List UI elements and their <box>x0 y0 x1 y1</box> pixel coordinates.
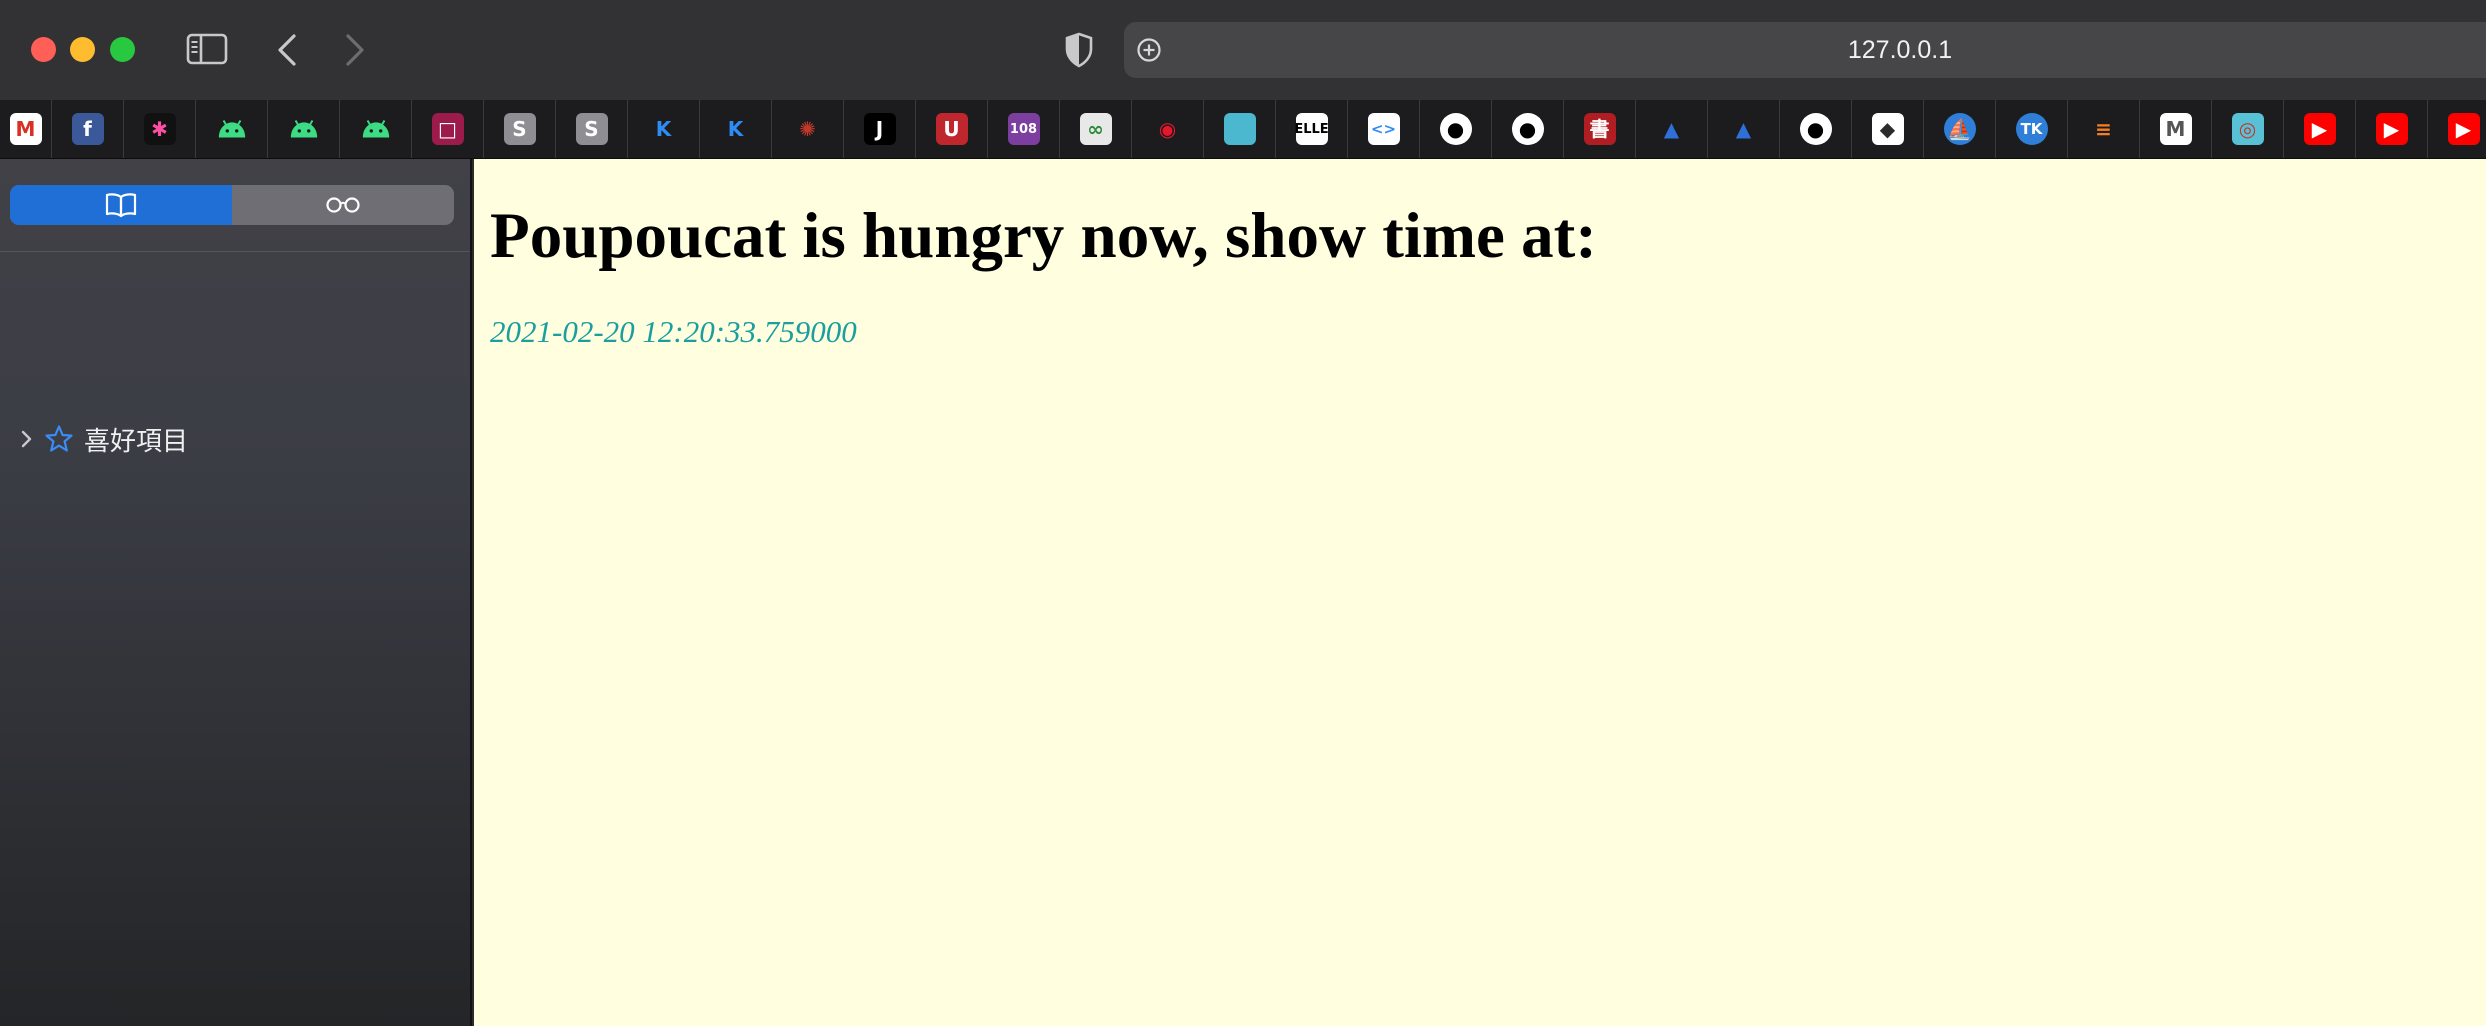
red-circle-u-icon: U <box>935 113 968 145</box>
green-loop-icon: ∞ <box>1079 113 1112 145</box>
youtube-icon: ▶ <box>2303 113 2336 145</box>
favorites-bar: Mf ✱ □ S S K K ✺ J U 108 ∞ ◉ ELLE <> ● ● 書 ▲ ▲ ● ◆ ⛵ TK ≡ M ◎ ▶ ▶ ▶ <box>0 100 2486 159</box>
glasses-icon <box>326 197 360 213</box>
sidebar: 喜好項目 <box>0 159 472 1026</box>
sidebar-segmented-control <box>10 185 454 225</box>
favorite-diamond-logo[interactable]: ◆ <box>1852 100 1924 158</box>
red-seal-icon: 書 <box>1583 113 1616 145</box>
j-icon: J <box>863 113 896 145</box>
favorite-weibo[interactable]: ◉ <box>1132 100 1204 158</box>
browser-toolbar: 127.0.0.1 <box>0 0 2486 100</box>
youtube-icon: ▶ <box>2375 113 2408 145</box>
sidebar-item-label: 喜好項目 <box>84 426 189 457</box>
tk-globe-icon: TK <box>2015 113 2048 145</box>
square-red-icon: □ <box>431 113 464 145</box>
elle-icon: ELLE <box>1294 113 1329 145</box>
favorite-blue-ship[interactable]: ⛵ <box>1924 100 1996 158</box>
m-icon: M <box>2159 113 2192 145</box>
github-icon: ● <box>1799 113 1832 145</box>
favorite-facebook[interactable]: f <box>52 100 124 158</box>
timestamp-text: 2021-02-20 12:20:33.759000 <box>490 314 857 349</box>
teal-square-icon <box>1223 113 1256 145</box>
android-icon <box>215 113 248 145</box>
stackoverflow-icon: ≡ <box>2087 113 2120 145</box>
code-brackets-icon: <> <box>1367 113 1400 145</box>
favorite-youtube[interactable]: ▶ <box>2284 100 2356 158</box>
photos-pinwheel-icon: ✱ <box>143 113 176 145</box>
page-content: Poupoucat is hungry now, show time at: 2… <box>474 159 2486 1026</box>
favorite-kotlin[interactable]: K <box>700 100 772 158</box>
favorite-green-loop[interactable]: ∞ <box>1060 100 1132 158</box>
reading-list-tab[interactable] <box>232 185 454 225</box>
sidebar-item-favorites[interactable]: 喜好項目 <box>18 419 188 459</box>
android-icon <box>287 113 320 145</box>
github-icon: ● <box>1439 113 1472 145</box>
book-icon <box>105 193 137 218</box>
weibo-icon: ◉ <box>1151 113 1184 145</box>
favorite-s[interactable]: S <box>484 100 556 158</box>
bug-icon: ✺ <box>791 113 824 145</box>
favorite-code-brackets[interactable]: <> <box>1348 100 1420 158</box>
page-heading: Poupoucat is hungry now, show time at: <box>490 200 1597 272</box>
sidebar-toggle-icon[interactable] <box>186 32 228 66</box>
add-page-icon[interactable] <box>1134 35 1164 65</box>
blue-ship-icon: ⛵ <box>1943 113 1976 145</box>
favorite-elle[interactable]: ELLE <box>1276 100 1348 158</box>
zoom-window-button[interactable] <box>110 37 135 62</box>
favorite-android[interactable] <box>196 100 268 158</box>
favorite-photos-pinwheel[interactable]: ✱ <box>124 100 196 158</box>
favorite-red-seal[interactable]: 書 <box>1564 100 1636 158</box>
address-bar[interactable]: 127.0.0.1 <box>1124 22 2486 78</box>
gmail-icon: M <box>9 113 42 145</box>
chevron-right-icon[interactable] <box>18 429 34 449</box>
favorite-108[interactable]: 108 <box>988 100 1060 158</box>
address-text[interactable]: 127.0.0.1 <box>1124 22 2486 78</box>
favorite-colorful-badge[interactable]: ◎ <box>2212 100 2284 158</box>
sidebar-divider <box>0 251 470 252</box>
youtube-icon: ▶ <box>2447 113 2480 145</box>
graduation-cap-icon: ▲ <box>1655 113 1688 145</box>
favorite-kotlin[interactable]: K <box>628 100 700 158</box>
back-arrow-icon[interactable] <box>272 30 302 70</box>
favorite-youtube[interactable]: ▶ <box>2428 100 2486 158</box>
kotlin-icon: K <box>647 113 680 145</box>
favorite-android[interactable] <box>340 100 412 158</box>
favorite-j[interactable]: J <box>844 100 916 158</box>
favorite-graduation-cap[interactable]: ▲ <box>1636 100 1708 158</box>
s-icon: S <box>575 113 608 145</box>
close-window-button[interactable] <box>31 37 56 62</box>
favorite-github[interactable]: ● <box>1780 100 1852 158</box>
favorite-tk-globe[interactable]: TK <box>1996 100 2068 158</box>
favorite-github[interactable]: ● <box>1420 100 1492 158</box>
favorite-bug[interactable]: ✺ <box>772 100 844 158</box>
favorite-square-red[interactable]: □ <box>412 100 484 158</box>
favorite-android[interactable] <box>268 100 340 158</box>
favorite-github[interactable]: ● <box>1492 100 1564 158</box>
star-icon <box>44 424 74 454</box>
bookmarks-tab[interactable] <box>10 185 232 225</box>
kotlin-icon: K <box>719 113 752 145</box>
android-icon <box>359 113 392 145</box>
favorite-youtube[interactable]: ▶ <box>2356 100 2428 158</box>
s-icon: S <box>503 113 536 145</box>
colorful-badge-icon: ◎ <box>2231 113 2264 145</box>
facebook-icon: f <box>71 113 104 145</box>
privacy-shield-icon[interactable] <box>1062 30 1096 70</box>
108-icon: 108 <box>1007 113 1040 145</box>
favorite-graduation-cap[interactable]: ▲ <box>1708 100 1780 158</box>
forward-arrow-icon[interactable] <box>340 30 370 70</box>
favorite-s[interactable]: S <box>556 100 628 158</box>
favorite-red-circle-u[interactable]: U <box>916 100 988 158</box>
favorite-m[interactable]: M <box>2140 100 2212 158</box>
favorite-stackoverflow[interactable]: ≡ <box>2068 100 2140 158</box>
diamond-logo-icon: ◆ <box>1871 113 1904 145</box>
minimize-window-button[interactable] <box>70 37 95 62</box>
github-icon: ● <box>1511 113 1544 145</box>
favorite-gmail[interactable]: M <box>0 100 52 158</box>
graduation-cap-icon: ▲ <box>1727 113 1760 145</box>
favorite-teal-square[interactable] <box>1204 100 1276 158</box>
